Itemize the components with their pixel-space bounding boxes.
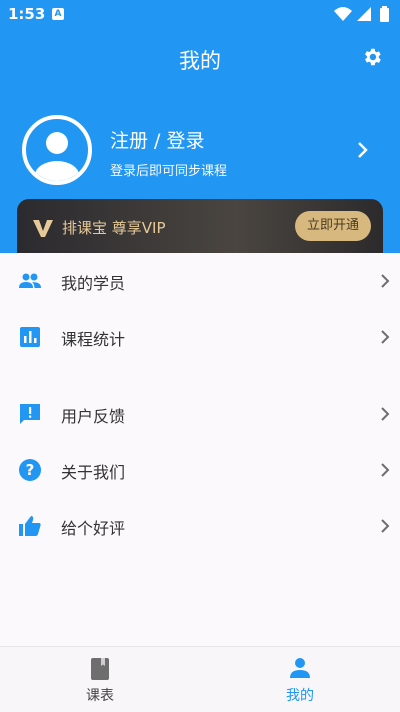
gear-icon[interactable] xyxy=(361,46,383,68)
menu-item-label: 课程统计 xyxy=(61,330,126,349)
page-title: 我的 xyxy=(179,49,221,73)
people-icon xyxy=(19,273,41,288)
chevron-right-icon[interactable] xyxy=(356,140,370,160)
chevron-right-icon xyxy=(381,407,390,421)
svg-text:?: ? xyxy=(26,461,35,479)
system-status-icons xyxy=(334,6,389,22)
bar-chart-icon xyxy=(20,327,40,347)
activate-vip-button[interactable]: 立即开通 xyxy=(295,211,371,241)
avatar[interactable] xyxy=(22,115,92,185)
status-bar: 1:53 A xyxy=(0,0,400,28)
login-hint: 登录后即可同步课程 xyxy=(110,164,228,179)
status-time: 1:53 xyxy=(8,5,46,23)
signal-icon xyxy=(357,7,371,21)
help-icon: ? xyxy=(19,459,41,481)
menu-item-course-stats[interactable]: 课程统计 xyxy=(0,309,400,365)
menu-item-feedback[interactable]: 用户反馈 xyxy=(0,386,400,442)
tab-label: 课表 xyxy=(86,688,114,704)
vip-label: 排课宝 尊享VIP xyxy=(62,219,166,237)
menu-item-rate-us[interactable]: 给个好评 xyxy=(0,498,400,554)
tab-label: 我的 xyxy=(286,688,314,704)
menu-item-label: 我的学员 xyxy=(61,274,126,293)
battery-icon xyxy=(380,6,389,22)
chevron-right-icon xyxy=(381,463,390,477)
menu-item-my-students[interactable]: 我的学员 xyxy=(0,253,400,309)
chevron-right-icon xyxy=(381,519,390,533)
login-register-link[interactable]: 注册 / 登录 xyxy=(110,126,204,153)
menu-item-label: 关于我们 xyxy=(61,463,126,482)
tab-schedule[interactable]: 课表 xyxy=(0,647,200,712)
thumb-up-icon xyxy=(19,516,41,536)
person-avatar-icon xyxy=(35,132,79,181)
menu-item-label: 给个好评 xyxy=(61,519,126,538)
book-icon xyxy=(91,658,109,680)
vip-logo-icon xyxy=(32,217,54,239)
chevron-right-icon xyxy=(381,274,390,288)
person-icon xyxy=(290,658,310,678)
app-notification-badge: A xyxy=(52,8,64,20)
feedback-icon xyxy=(20,404,40,424)
menu-item-label: 用户反馈 xyxy=(61,407,126,426)
profile-header: 1:53 A 我的 注册 / 登录 登录后即可同步课程 排课宝 尊享VIP 立即… xyxy=(0,0,400,263)
wifi-icon xyxy=(334,7,352,21)
tab-mine[interactable]: 我的 xyxy=(200,647,400,712)
menu-panel: 我的学员 课程统计 用户反馈 ? 关于我们 给个好评 xyxy=(0,253,400,646)
menu-item-about-us[interactable]: ? 关于我们 xyxy=(0,442,400,498)
bottom-navigation: 课表 我的 xyxy=(0,646,400,712)
chevron-right-icon xyxy=(381,330,390,344)
